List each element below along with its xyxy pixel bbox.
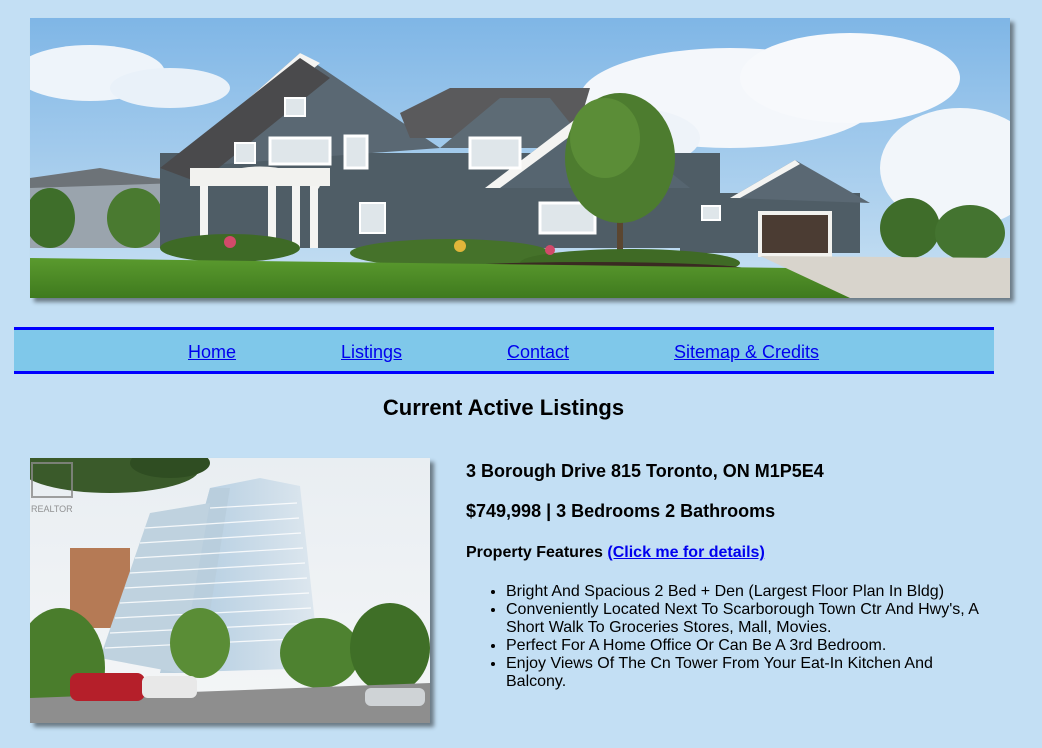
hero-banner-image <box>30 18 1010 298</box>
nav-link-home[interactable]: Home <box>188 342 236 363</box>
listing-photo[interactable]: REALTOR <box>30 458 430 723</box>
realtor-watermark-text: REALTOR <box>31 504 73 514</box>
main-nav: Home Listings Contact Sitemap & Credits <box>14 327 994 374</box>
feature-item: Perfect For A Home Office Or Can Be A 3r… <box>506 637 986 655</box>
feature-item: Enjoy Views Of The Cn Tower From Your Ea… <box>506 655 986 691</box>
page-title: Current Active Listings <box>382 395 625 420</box>
nav-link-listings[interactable]: Listings <box>341 342 402 363</box>
nav-link-sitemap-credits[interactable]: Sitemap & Credits <box>674 342 819 363</box>
details-link[interactable]: (Click me for details) <box>607 544 764 561</box>
listing-address: 3 Borough Drive 815 Toronto, ON M1P5E4 <box>466 461 824 481</box>
listing-price-summary: $749,998 | 3 Bedrooms 2 Bathrooms <box>466 501 776 521</box>
features-list: Bright And Spacious 2 Bed + Den (Largest… <box>466 583 986 691</box>
feature-item: Conveniently Located Next To Scarborough… <box>506 601 986 637</box>
nav-link-contact[interactable]: Contact <box>507 342 569 363</box>
feature-item: Bright And Spacious 2 Bed + Den (Largest… <box>506 583 986 601</box>
property-features-label: Property Features <box>466 544 603 561</box>
property-features-line: Property Features (Click me for details) <box>466 544 765 562</box>
